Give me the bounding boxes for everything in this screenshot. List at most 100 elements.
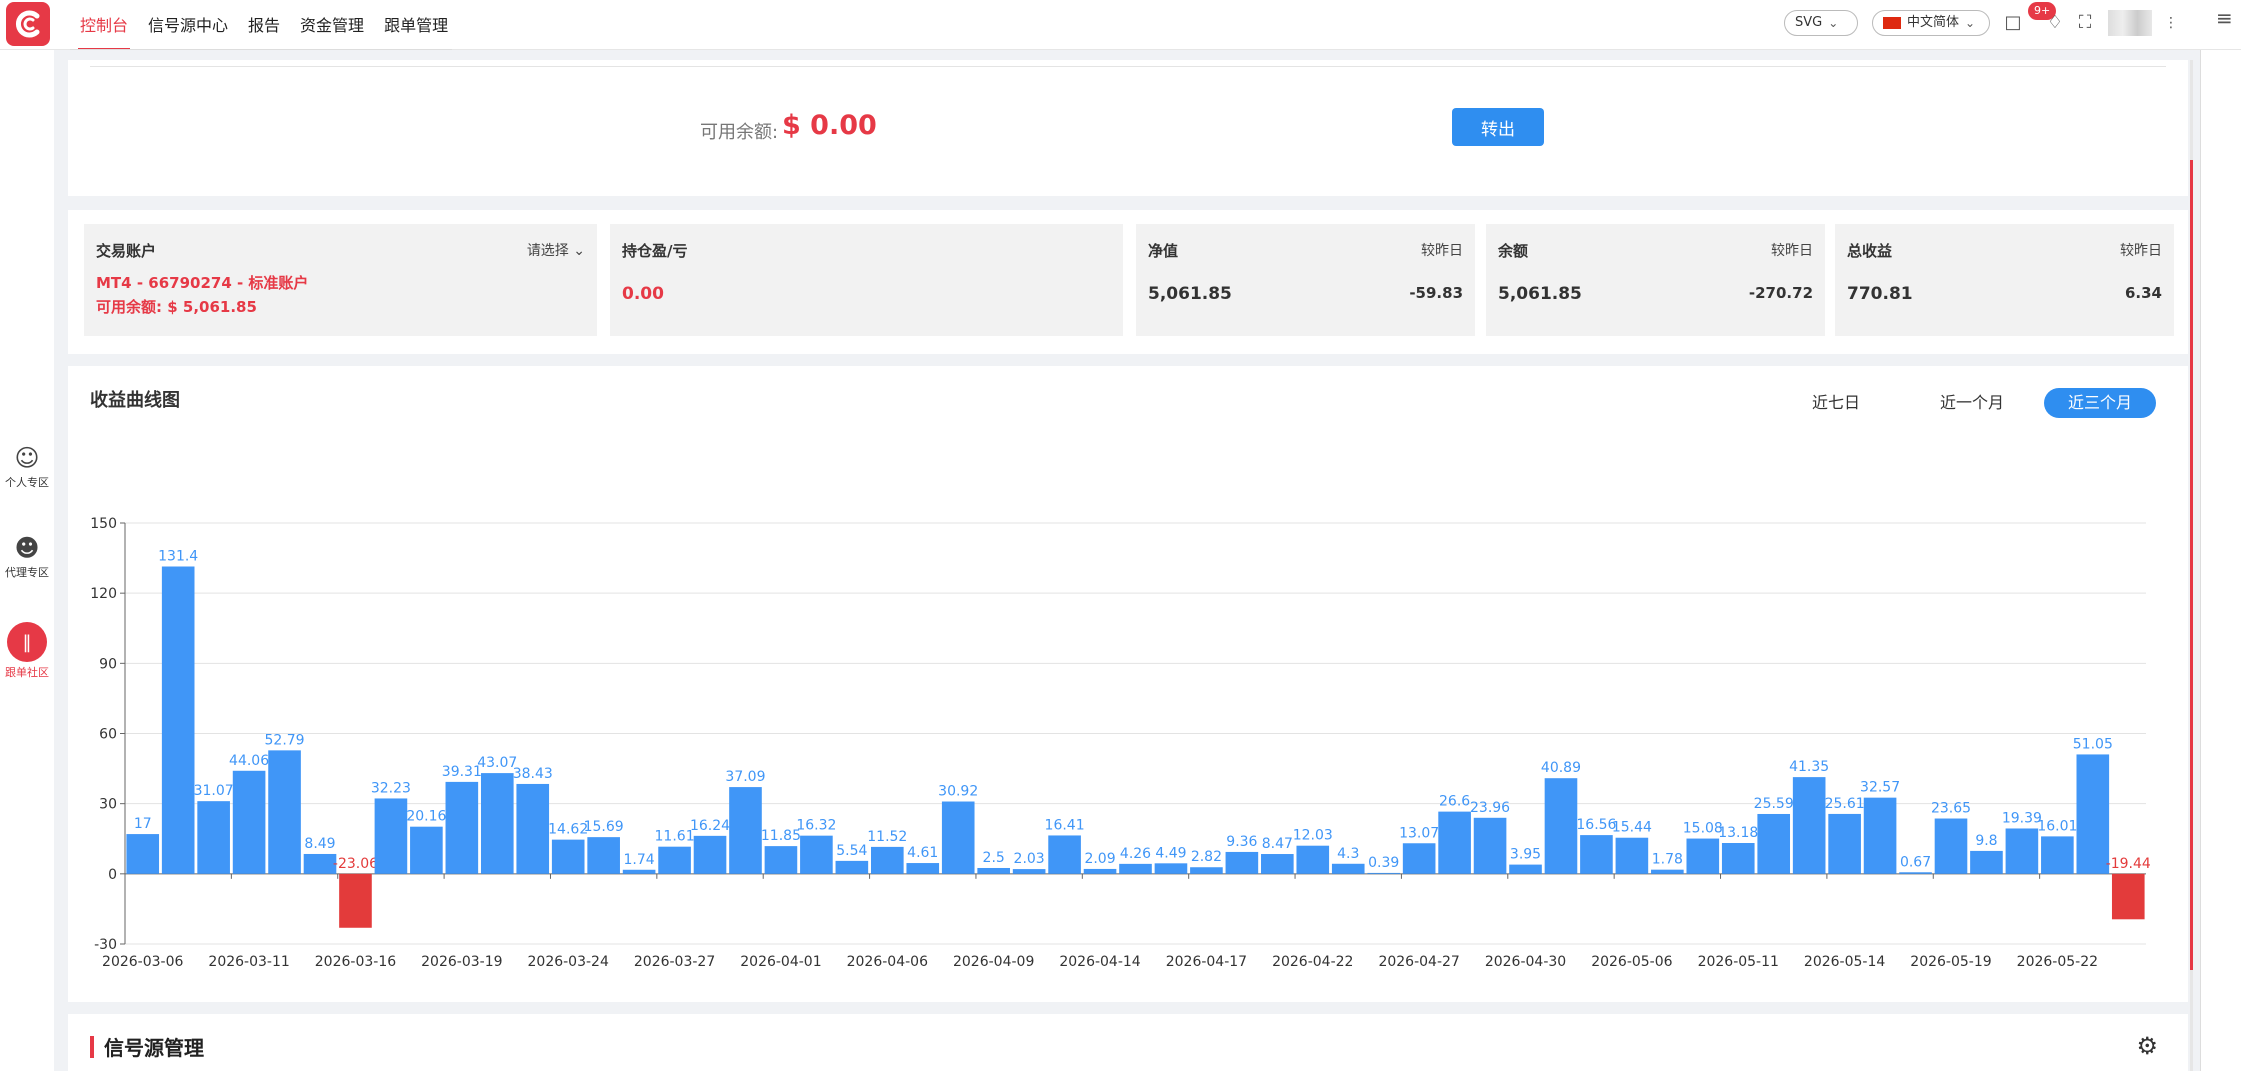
gear-icon[interactable]: ⚙: [2136, 1032, 2158, 1060]
bar-value-label: 20.16: [406, 809, 446, 825]
bar: [1721, 843, 1755, 874]
bar-value-label: 2.03: [1014, 851, 1045, 867]
user-avatar[interactable]: [2108, 10, 2152, 36]
bar: [587, 837, 620, 874]
bar: [1792, 777, 1826, 874]
bar-value-label: 11.85: [761, 828, 801, 844]
y-tick-label: 0: [108, 867, 117, 883]
app-logo[interactable]: [6, 2, 50, 46]
x-tick-label: 2026-03-11: [208, 954, 289, 970]
bar-value-label: 8.47: [1262, 836, 1293, 852]
sidebar-item-personal[interactable]: ☺ 个人专区: [0, 444, 54, 490]
bar: [658, 846, 691, 874]
bar-value-label: 16.41: [1045, 817, 1085, 833]
bar: [1438, 811, 1471, 874]
x-tick-label: 2026-03-19: [421, 954, 502, 970]
bar: [1190, 867, 1223, 874]
bar-value-label: 0.67: [1900, 854, 1931, 870]
bar: [1686, 838, 1720, 874]
bar-value-label: 23.96: [1470, 800, 1510, 816]
x-tick-label: 2026-04-06: [847, 954, 928, 970]
bar: [764, 846, 798, 874]
bar-value-label: -23.06: [333, 856, 378, 872]
bar-value-label: 11.61: [655, 829, 695, 845]
y-tick-label: -30: [94, 937, 117, 953]
bar: [1544, 778, 1578, 874]
bar: [1757, 813, 1791, 874]
bar-value-label: 52.79: [265, 732, 305, 748]
nav-dashboard[interactable]: 控制台: [70, 0, 138, 50]
floating-pl-card: 持仓盈/亏 0.00: [610, 224, 1123, 336]
compare-label: 较昨日: [2120, 243, 2162, 259]
bar-value-label: 16.56: [1576, 817, 1616, 833]
more-vertical-icon[interactable]: ⋮: [2160, 12, 2182, 34]
bar-value-label: 38.43: [513, 766, 553, 782]
bar-value-label: 14.62: [548, 822, 588, 838]
bar: [1828, 813, 1861, 874]
equity-card: 净值 较昨日 5,061.85 -59.83: [1136, 224, 1475, 336]
sidebar-item-label: 跟单社区: [5, 666, 49, 679]
bar: [1331, 863, 1365, 874]
nav-reports[interactable]: 报告: [238, 0, 290, 50]
sidebar-item-label: 个人专区: [5, 476, 49, 489]
bell-icon[interactable]: ♢: [2044, 12, 2066, 34]
bar: [1615, 837, 1649, 874]
bar-value-label: 16.01: [2037, 818, 2077, 834]
card-title: 交易账户: [96, 242, 157, 260]
bar-value-label: 40.89: [1541, 760, 1581, 776]
transfer-panel: 可用余额: $ 0.00 转出: [68, 60, 2188, 196]
bar: [693, 835, 727, 874]
y-tick-label: 150: [90, 516, 117, 532]
bar-value-label: 15.69: [584, 819, 624, 835]
x-tick-label: 2026-03-27: [634, 954, 715, 970]
bar-value-label: 2.82: [1191, 849, 1222, 865]
sidebar-item-label: 代理专区: [5, 566, 49, 579]
x-tick-label: 2026-04-30: [1485, 954, 1566, 970]
card-title: 持仓盈/亏: [622, 242, 688, 260]
bar-value-label: 13.18: [1718, 825, 1758, 841]
bar: [232, 770, 266, 874]
bar: [1509, 864, 1542, 874]
bar-value-label: 9.8: [1975, 833, 1997, 849]
bar-value-label: 2.5: [983, 850, 1005, 866]
main-nav: 控制台 信号源中心 报告 资金管理 跟单管理: [70, 0, 458, 50]
x-tick-label: 2026-05-11: [1698, 954, 1779, 970]
language-select[interactable]: 中文简体 ⌄: [1872, 10, 1990, 36]
x-tick-label: 2026-03-06: [102, 954, 183, 970]
render-mode-select[interactable]: SVG ⌄: [1784, 10, 1858, 36]
x-tick-label: 2026-04-09: [953, 954, 1034, 970]
bar: [1863, 797, 1897, 874]
bar-value-label: 9.36: [1226, 834, 1257, 850]
bar-value-label: 25.61: [1825, 796, 1865, 812]
sidebar-item-community[interactable]: ‖ 跟单社区: [0, 622, 54, 680]
total-profit-delta: 6.34: [2124, 284, 2162, 302]
bar-value-label: 15.44: [1612, 820, 1652, 836]
bar: [729, 787, 762, 874]
menu-collapse-icon[interactable]: ≡: [2216, 6, 2233, 30]
bar-value-label: 11.52: [867, 829, 907, 845]
y-tick-label: 90: [99, 656, 117, 672]
nav-copy-trading[interactable]: 跟单管理: [374, 0, 458, 50]
profit-bar-chart: 150 120 90 60 30 0 -30 17 131.4 31.07 44.06 52.79 8.…: [90, 516, 2151, 970]
nav-funds[interactable]: 资金管理: [290, 0, 374, 50]
fullscreen-icon[interactable]: ⛶: [2074, 12, 2096, 34]
bar: [410, 826, 443, 874]
message-icon[interactable]: □: [2002, 12, 2024, 34]
bar: [339, 873, 372, 928]
scrollbar-thumb[interactable]: [2190, 160, 2193, 970]
account-select[interactable]: 请选择 ⌄: [527, 240, 585, 260]
bar-value-label: 31.07: [194, 783, 234, 799]
bar-value-label: 32.23: [371, 780, 411, 796]
bar: [1048, 835, 1081, 874]
nav-signal-center[interactable]: 信号源中心: [138, 0, 238, 50]
bar-value-label: 16.32: [796, 818, 836, 834]
profit-chart-panel: 收益曲线图 近七日 近一个月 近三个月 150 120 90 60 30 0 -30 17 13…: [68, 366, 2188, 1002]
card-title: 余额: [1498, 242, 1529, 260]
sidebar-item-agent[interactable]: ☻ 代理专区: [0, 534, 54, 580]
bar-value-label: 26.6: [1439, 794, 1470, 810]
bar: [906, 863, 940, 874]
transfer-out-button[interactable]: 转出: [1452, 108, 1544, 146]
bar: [2041, 836, 2074, 874]
bar-value-label: -19.44: [2106, 856, 2151, 872]
equity-value: 5,061.85: [1148, 284, 1232, 304]
